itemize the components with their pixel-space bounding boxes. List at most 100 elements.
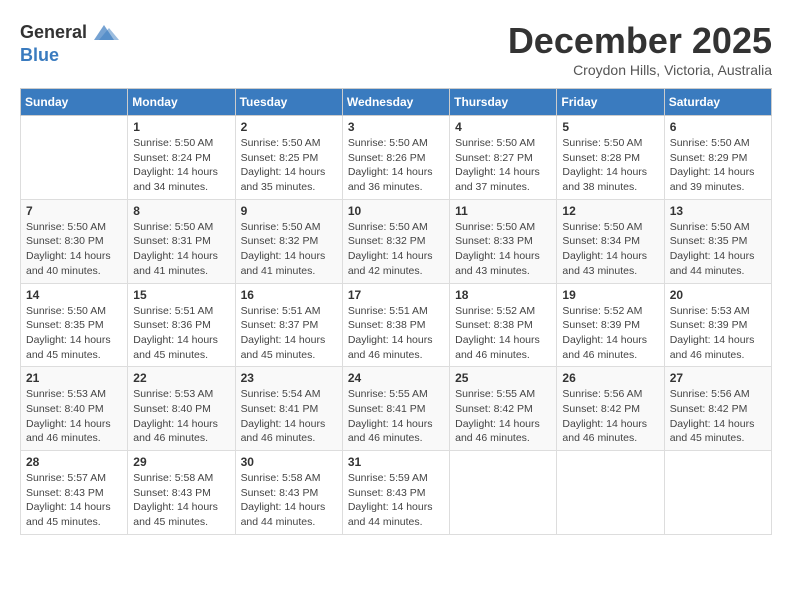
day-info: Sunrise: 5:51 AMSunset: 8:37 PMDaylight:…: [241, 304, 337, 363]
table-row: 3 Sunrise: 5:50 AMSunset: 8:26 PMDaylight…: [342, 116, 449, 200]
table-row: 23 Sunrise: 5:54 AMSunset: 8:41 PMDayligh…: [235, 367, 342, 451]
day-info: Sunrise: 5:50 AMSunset: 8:34 PMDaylight:…: [562, 220, 658, 279]
day-info: Sunrise: 5:50 AMSunset: 8:31 PMDaylight:…: [133, 220, 229, 279]
table-row: 14 Sunrise: 5:50 AMSunset: 8:35 PMDayligh…: [21, 283, 128, 367]
day-info: Sunrise: 5:58 AMSunset: 8:43 PMDaylight:…: [133, 471, 229, 530]
day-info: Sunrise: 5:56 AMSunset: 8:42 PMDaylight:…: [562, 387, 658, 446]
day-info: Sunrise: 5:51 AMSunset: 8:36 PMDaylight:…: [133, 304, 229, 363]
logo-general: General: [20, 22, 87, 43]
day-info: Sunrise: 5:53 AMSunset: 8:40 PMDaylight:…: [133, 387, 229, 446]
table-row: 4 Sunrise: 5:50 AMSunset: 8:27 PMDaylight…: [450, 116, 557, 200]
day-info: Sunrise: 5:50 AMSunset: 8:33 PMDaylight:…: [455, 220, 551, 279]
day-number: 23: [241, 371, 337, 385]
day-info: Sunrise: 5:52 AMSunset: 8:38 PMDaylight:…: [455, 304, 551, 363]
day-number: 21: [26, 371, 122, 385]
table-row: 21 Sunrise: 5:53 AMSunset: 8:40 PMDayligh…: [21, 367, 128, 451]
day-number: 5: [562, 120, 658, 134]
calendar-week-3: 14 Sunrise: 5:50 AMSunset: 8:35 PMDayligh…: [21, 283, 772, 367]
table-row: 24 Sunrise: 5:55 AMSunset: 8:41 PMDayligh…: [342, 367, 449, 451]
table-row: 30 Sunrise: 5:58 AMSunset: 8:43 PMDayligh…: [235, 451, 342, 535]
day-info: Sunrise: 5:50 AMSunset: 8:32 PMDaylight:…: [348, 220, 444, 279]
day-number: 28: [26, 455, 122, 469]
logo: General Blue: [20, 20, 119, 66]
logo-icon: [89, 20, 119, 45]
table-row: 20Sunrise: 5:53 AMSunset: 8:39 PMDayligh…: [664, 283, 771, 367]
calendar-week-2: 7 Sunrise: 5:50 AMSunset: 8:30 PMDaylight…: [21, 199, 772, 283]
table-row: [21, 116, 128, 200]
header-sunday: Sunday: [21, 89, 128, 116]
day-info: Sunrise: 5:55 AMSunset: 8:42 PMDaylight:…: [455, 387, 551, 446]
day-info: Sunrise: 5:51 AMSunset: 8:38 PMDaylight:…: [348, 304, 444, 363]
month-title: December 2025: [508, 20, 772, 62]
day-info: Sunrise: 5:52 AMSunset: 8:39 PMDaylight:…: [562, 304, 658, 363]
calendar-week-4: 21 Sunrise: 5:53 AMSunset: 8:40 PMDayligh…: [21, 367, 772, 451]
day-info: Sunrise: 5:50 AMSunset: 8:29 PMDaylight:…: [670, 136, 766, 195]
day-number: 11: [455, 204, 551, 218]
day-number: 8: [133, 204, 229, 218]
day-number: 7: [26, 204, 122, 218]
table-row: 17Sunrise: 5:51 AMSunset: 8:38 PMDayligh…: [342, 283, 449, 367]
calendar-header-row: Sunday Monday Tuesday Wednesday Thursday…: [21, 89, 772, 116]
day-info: Sunrise: 5:50 AMSunset: 8:27 PMDaylight:…: [455, 136, 551, 195]
day-info: Sunrise: 5:50 AMSunset: 8:30 PMDaylight:…: [26, 220, 122, 279]
day-number: 6: [670, 120, 766, 134]
calendar-week-1: 1Sunrise: 5:50 AMSunset: 8:24 PMDaylight…: [21, 116, 772, 200]
calendar-week-5: 28 Sunrise: 5:57 AMSunset: 8:43 PMDayligh…: [21, 451, 772, 535]
table-row: 5 Sunrise: 5:50 AMSunset: 8:28 PMDaylight…: [557, 116, 664, 200]
day-info: Sunrise: 5:50 AMSunset: 8:25 PMDaylight:…: [241, 136, 337, 195]
day-number: 18: [455, 288, 551, 302]
day-info: Sunrise: 5:50 AMSunset: 8:24 PMDaylight:…: [133, 136, 229, 195]
table-row: [450, 451, 557, 535]
table-row: 19Sunrise: 5:52 AMSunset: 8:39 PMDayligh…: [557, 283, 664, 367]
table-row: 9 Sunrise: 5:50 AMSunset: 8:32 PMDaylight…: [235, 199, 342, 283]
table-row: 29 Sunrise: 5:58 AMSunset: 8:43 PMDayligh…: [128, 451, 235, 535]
table-row: [664, 451, 771, 535]
table-row: 12Sunrise: 5:50 AMSunset: 8:34 PMDayligh…: [557, 199, 664, 283]
day-number: 14: [26, 288, 122, 302]
day-number: 10: [348, 204, 444, 218]
day-info: Sunrise: 5:57 AMSunset: 8:43 PMDaylight:…: [26, 471, 122, 530]
day-info: Sunrise: 5:55 AMSunset: 8:41 PMDaylight:…: [348, 387, 444, 446]
header-friday: Friday: [557, 89, 664, 116]
table-row: 27Sunrise: 5:56 AMSunset: 8:42 PMDayligh…: [664, 367, 771, 451]
table-row: 8 Sunrise: 5:50 AMSunset: 8:31 PMDaylight…: [128, 199, 235, 283]
day-number: 31: [348, 455, 444, 469]
calendar: Sunday Monday Tuesday Wednesday Thursday…: [20, 88, 772, 535]
day-number: 2: [241, 120, 337, 134]
table-row: 6 Sunrise: 5:50 AMSunset: 8:29 PMDaylight…: [664, 116, 771, 200]
logo-text: General Blue: [20, 20, 119, 66]
day-number: 30: [241, 455, 337, 469]
day-info: Sunrise: 5:58 AMSunset: 8:43 PMDaylight:…: [241, 471, 337, 530]
day-number: 22: [133, 371, 229, 385]
table-row: 7 Sunrise: 5:50 AMSunset: 8:30 PMDaylight…: [21, 199, 128, 283]
table-row: 26 Sunrise: 5:56 AMSunset: 8:42 PMDayligh…: [557, 367, 664, 451]
day-number: 3: [348, 120, 444, 134]
day-info: Sunrise: 5:50 AMSunset: 8:26 PMDaylight:…: [348, 136, 444, 195]
title-area: December 2025 Croydon Hills, Victoria, A…: [508, 20, 772, 78]
subtitle: Croydon Hills, Victoria, Australia: [508, 62, 772, 78]
day-number: 29: [133, 455, 229, 469]
day-number: 25: [455, 371, 551, 385]
day-number: 24: [348, 371, 444, 385]
logo-blue: Blue: [20, 45, 59, 65]
day-number: 9: [241, 204, 337, 218]
header-saturday: Saturday: [664, 89, 771, 116]
day-number: 16: [241, 288, 337, 302]
table-row: 10 Sunrise: 5:50 AMSunset: 8:32 PMDayligh…: [342, 199, 449, 283]
day-number: 26: [562, 371, 658, 385]
table-row: 31Sunrise: 5:59 AMSunset: 8:43 PMDayligh…: [342, 451, 449, 535]
header-monday: Monday: [128, 89, 235, 116]
day-info: Sunrise: 5:54 AMSunset: 8:41 PMDaylight:…: [241, 387, 337, 446]
table-row: 2 Sunrise: 5:50 AMSunset: 8:25 PMDaylight…: [235, 116, 342, 200]
day-info: Sunrise: 5:53 AMSunset: 8:40 PMDaylight:…: [26, 387, 122, 446]
day-info: Sunrise: 5:50 AMSunset: 8:32 PMDaylight:…: [241, 220, 337, 279]
day-number: 20: [670, 288, 766, 302]
header: General Blue December 2025 Croydon Hills…: [20, 20, 772, 78]
day-number: 4: [455, 120, 551, 134]
table-row: 15Sunrise: 5:51 AMSunset: 8:36 PMDayligh…: [128, 283, 235, 367]
table-row: 16 Sunrise: 5:51 AMSunset: 8:37 PMDayligh…: [235, 283, 342, 367]
day-info: Sunrise: 5:50 AMSunset: 8:35 PMDaylight:…: [26, 304, 122, 363]
day-info: Sunrise: 5:50 AMSunset: 8:28 PMDaylight:…: [562, 136, 658, 195]
day-number: 27: [670, 371, 766, 385]
header-wednesday: Wednesday: [342, 89, 449, 116]
